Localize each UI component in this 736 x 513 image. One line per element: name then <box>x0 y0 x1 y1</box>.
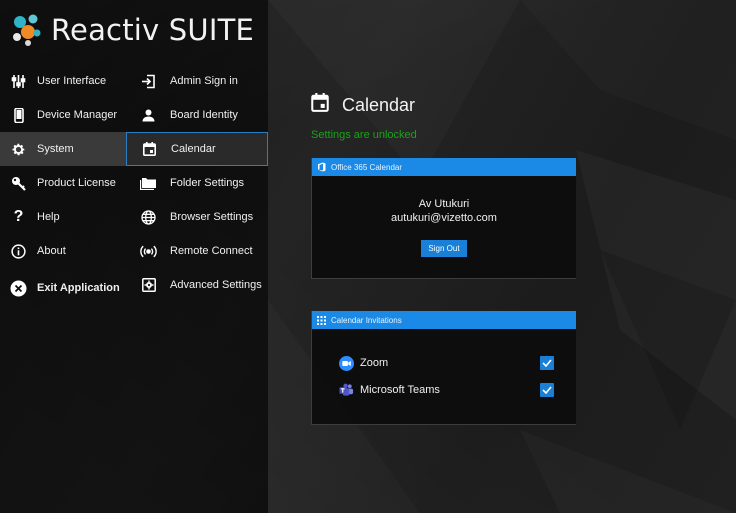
brand-header: Reactiv SUITE <box>11 12 254 48</box>
nav-label: Device Manager <box>37 109 118 121</box>
card-header: Office 365 Calendar <box>312 158 576 176</box>
zoom-checkbox[interactable] <box>540 356 554 370</box>
nav-label: Calendar <box>171 143 216 155</box>
nav-item-product-license[interactable]: Product License <box>0 166 126 200</box>
zoom-icon <box>339 355 354 371</box>
folder-icon <box>140 175 157 192</box>
reactiv-logo-icon <box>11 13 43 47</box>
nav-item-exit-application[interactable]: Exit Application <box>0 268 126 308</box>
nav-item-browser-settings[interactable]: Browser Settings <box>126 200 268 234</box>
card-header: Calendar Invitations <box>312 311 576 329</box>
nav-item-help[interactable]: ? Help <box>0 200 126 234</box>
invitation-row-microsoft-teams: Microsoft Teams <box>339 382 554 398</box>
nav-label: Product License <box>37 177 116 189</box>
nav-item-system[interactable]: System <box>0 132 126 166</box>
account-email: autukuri@vizetto.com <box>391 212 497 224</box>
close-circle-icon <box>10 280 27 297</box>
sign-in-icon <box>140 73 157 90</box>
sliders-icon <box>10 73 27 90</box>
primary-nav: User Interface Device Manager System Pro… <box>0 64 126 308</box>
calendar-icon <box>311 93 329 117</box>
settings-lock-status: Settings are unlocked <box>311 129 417 141</box>
app-window: Reactiv SUITE User Interface Device Mana… <box>0 0 736 513</box>
key-icon <box>10 175 27 192</box>
question-mark-icon: ? <box>13 208 24 225</box>
grid-icon <box>316 315 326 325</box>
microsoft-teams-checkbox[interactable] <box>540 383 554 397</box>
gear-icon <box>10 141 27 158</box>
card-title: Calendar Invitations <box>331 315 402 325</box>
office365-calendar-card: Office 365 Calendar Av Utukuri autukuri@… <box>311 158 576 279</box>
person-icon <box>140 107 157 124</box>
calendar-invitations-card: Calendar Invitations Zoom Microsoft Team… <box>311 311 576 425</box>
nav-item-admin-sign-in[interactable]: Admin Sign in <box>126 64 268 98</box>
globe-icon <box>140 209 157 226</box>
calendar-settings-content: Calendar Settings are unlocked Office 36… <box>311 92 576 425</box>
nav-label: Remote Connect <box>170 245 253 257</box>
nav-label: Exit Application <box>37 282 120 294</box>
nav-item-device-manager[interactable]: Device Manager <box>0 98 126 132</box>
office-icon <box>316 162 326 172</box>
nav-label: Board Identity <box>170 109 238 121</box>
nav-label: About <box>37 245 66 257</box>
invitation-label: Microsoft Teams <box>360 384 440 396</box>
nav-label: Browser Settings <box>170 211 254 223</box>
broadcast-icon <box>140 243 157 260</box>
invitation-row-zoom: Zoom <box>339 355 554 371</box>
card-title: Office 365 Calendar <box>331 162 403 172</box>
teams-icon <box>339 383 354 398</box>
nav-item-remote-connect[interactable]: Remote Connect <box>126 234 268 268</box>
page-heading: Calendar <box>311 92 576 118</box>
nav-label: Advanced Settings <box>170 279 262 291</box>
account-name: Av Utukuri <box>418 198 470 210</box>
invitation-label: Zoom <box>360 357 389 369</box>
phone-icon <box>10 107 27 124</box>
settings-box-icon <box>140 277 157 294</box>
info-icon <box>10 243 27 260</box>
secondary-nav: Admin Sign in Board Identity Calendar Fo… <box>126 64 268 302</box>
nav-label: System <box>37 143 74 155</box>
nav-item-advanced-settings[interactable]: Advanced Settings <box>126 268 268 302</box>
nav-item-board-identity[interactable]: Board Identity <box>126 98 268 132</box>
nav-label: Folder Settings <box>170 177 244 189</box>
calendar-icon <box>141 141 158 158</box>
nav-item-folder-settings[interactable]: Folder Settings <box>126 166 268 200</box>
nav-item-calendar[interactable]: Calendar <box>126 132 268 166</box>
nav-label: Help <box>37 211 60 223</box>
page-title: Calendar <box>342 94 416 115</box>
nav-label: User Interface <box>37 75 107 87</box>
sign-out-button[interactable]: Sign Out <box>421 240 467 257</box>
nav-item-user-interface[interactable]: User Interface <box>0 64 126 98</box>
app-title: Reactiv SUITE <box>51 13 255 47</box>
nav-item-about[interactable]: About <box>0 234 126 268</box>
nav-label: Admin Sign in <box>170 75 238 87</box>
